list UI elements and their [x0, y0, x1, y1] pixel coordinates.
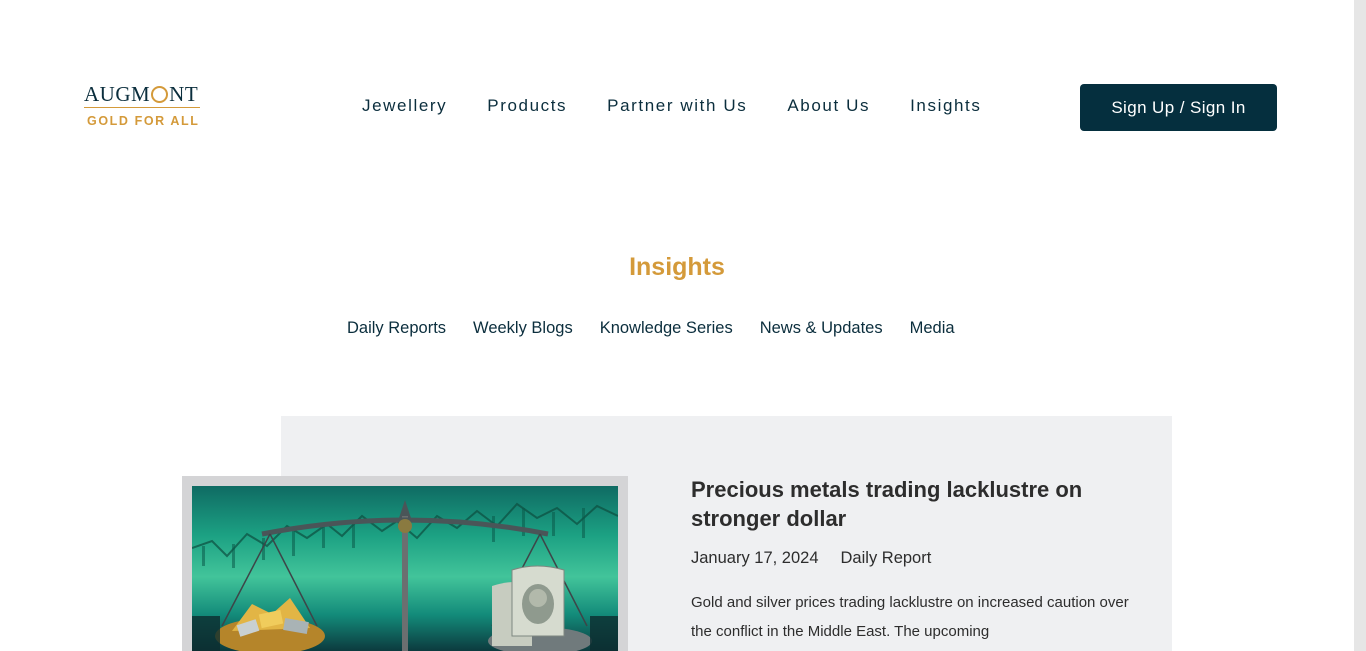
tab-news-updates[interactable]: News & Updates [760, 319, 883, 338]
logo-ring-icon [151, 86, 169, 103]
nav-partner-with-us[interactable]: Partner with Us [607, 96, 747, 116]
article-excerpt: Gold and silver prices trading lacklustr… [691, 594, 1129, 640]
article-date: January 17, 2024 [691, 549, 819, 567]
nav-products[interactable]: Products [487, 96, 567, 116]
article-category: Daily Report [840, 549, 932, 567]
nav-jewellery[interactable]: Jewellery [362, 96, 447, 116]
article-meta: January 17, 2024 Daily Report [691, 549, 931, 568]
augmont-logo[interactable]: AUGM NT GOLD FOR ALL [84, 82, 204, 132]
page-scrollbar[interactable] [1354, 0, 1366, 651]
tab-knowledge-series[interactable]: Knowledge Series [600, 319, 733, 338]
tab-weekly-blogs[interactable]: Weekly Blogs [473, 319, 573, 338]
page-title: Insights [629, 253, 725, 281]
article-title[interactable]: Precious metals trading lacklustre on st… [691, 475, 1131, 533]
nav-about-us[interactable]: About Us [787, 96, 870, 116]
logo-wordmark: AUGM NT [84, 82, 199, 106]
logo-tagline: GOLD FOR ALL [87, 114, 200, 128]
logo-divider [84, 107, 200, 108]
scales-illustration [192, 500, 618, 651]
article-thumbnail[interactable] [192, 486, 618, 651]
signup-signin-button[interactable]: Sign Up / Sign In [1080, 84, 1277, 131]
main-nav: Jewellery Products Partner with Us About… [362, 96, 1021, 116]
insights-tabs: Daily Reports Weekly Blogs Knowledge Ser… [347, 319, 982, 338]
nav-insights[interactable]: Insights [910, 96, 981, 116]
tab-daily-reports[interactable]: Daily Reports [347, 319, 446, 338]
tab-media[interactable]: Media [910, 319, 955, 338]
